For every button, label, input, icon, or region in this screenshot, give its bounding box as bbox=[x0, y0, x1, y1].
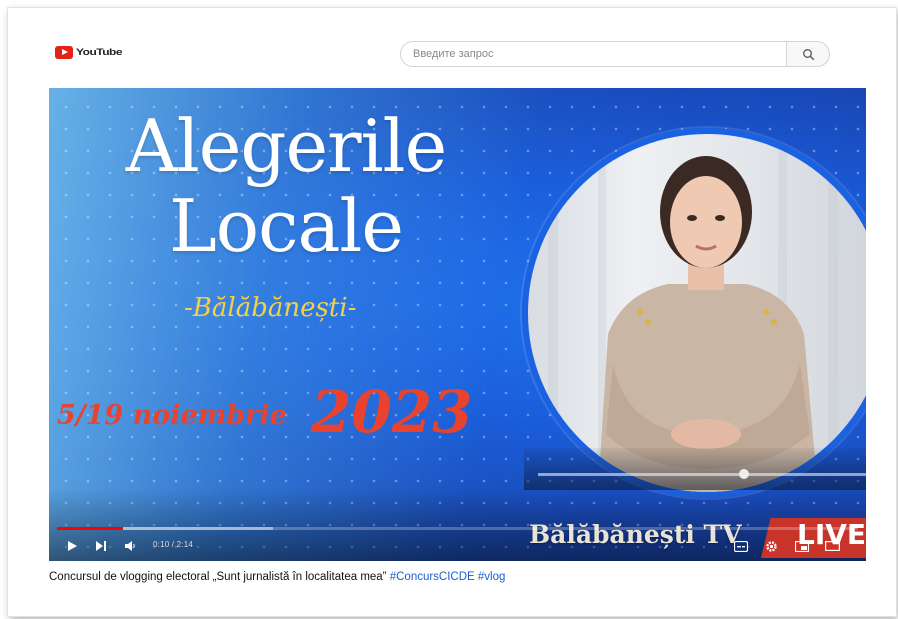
subtitles-icon bbox=[734, 540, 748, 552]
next-icon bbox=[96, 541, 106, 551]
search-button[interactable] bbox=[786, 41, 830, 67]
thumbnail-year: 2023 bbox=[311, 378, 473, 446]
search-input[interactable]: Введите запрос bbox=[400, 41, 786, 67]
inner-video-controls bbox=[524, 448, 866, 490]
miniplayer-button[interactable] bbox=[793, 536, 811, 556]
youtube-logo[interactable]: YouTube bbox=[55, 45, 123, 59]
presenter-portrait bbox=[522, 128, 866, 498]
theater-button[interactable] bbox=[823, 536, 841, 556]
subtitles-button[interactable] bbox=[732, 536, 750, 556]
settings-icon bbox=[765, 540, 777, 552]
next-button[interactable] bbox=[92, 536, 110, 556]
inner-video-scrubber bbox=[739, 469, 749, 479]
logo-text: YouTube bbox=[76, 46, 123, 58]
thumbnail-dates: 5/19 noiembrie bbox=[57, 400, 287, 431]
play-button[interactable] bbox=[63, 536, 81, 556]
channel-brand: Bălăbănești TV bbox=[529, 520, 742, 549]
video-player[interactable]: Alegerile Locale -Bălăbănești- 5/19 noie… bbox=[49, 88, 866, 561]
settings-button[interactable] bbox=[762, 536, 780, 556]
volume-button[interactable] bbox=[121, 536, 139, 556]
youtube-logo-icon bbox=[55, 45, 73, 59]
thumbnail-title-line2: Locale bbox=[168, 184, 404, 268]
play-icon bbox=[68, 541, 77, 551]
caption-text: Concursul de vlogging electoral „Sunt ju… bbox=[49, 571, 390, 583]
miniplayer-icon bbox=[795, 540, 809, 552]
theater-icon bbox=[824, 541, 840, 551]
progress-played bbox=[57, 527, 124, 530]
volume-icon bbox=[125, 541, 135, 551]
inner-video-track bbox=[538, 473, 866, 476]
caption-hashtags[interactable]: #ConcursCICDE #vlog bbox=[390, 571, 506, 583]
search-icon bbox=[802, 48, 814, 60]
progress-bar[interactable] bbox=[57, 527, 858, 530]
thumbnail-place: -Bălăbănești- bbox=[184, 293, 357, 323]
video-caption: Concursul de vlogging electoral „Sunt ju… bbox=[49, 571, 505, 583]
thumbnail-title-line1: Alegerile bbox=[125, 104, 447, 188]
time-display: 0:10 / 2:14 bbox=[153, 540, 194, 549]
search-bar: Введите запрос bbox=[400, 41, 830, 67]
